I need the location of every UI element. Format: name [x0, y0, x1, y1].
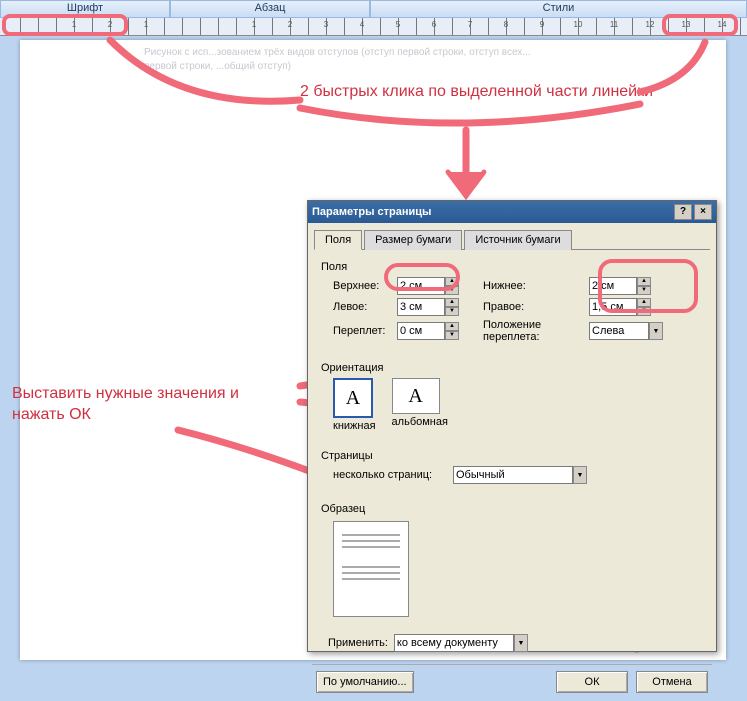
ribbon-styles-label: Стили: [370, 0, 747, 18]
input-left-margin[interactable]: ▲▼: [397, 298, 459, 316]
spin-down-icon[interactable]: ▼: [637, 307, 651, 316]
combo-apply-to-field[interactable]: [394, 634, 514, 652]
page-setup-dialog: Параметры страницы ? × Поля Размер бумаг…: [307, 200, 717, 652]
dialog-titlebar[interactable]: Параметры страницы ? ×: [308, 201, 716, 223]
input-top-margin[interactable]: ▲▼: [397, 277, 459, 295]
ruler-number: 6: [416, 20, 452, 29]
input-gutter-field[interactable]: [397, 322, 445, 340]
dialog-tabs: Поля Размер бумаги Источник бумаги: [314, 229, 710, 250]
ribbon-font-label: Шрифт: [0, 0, 170, 18]
label-multi-pages: несколько страниц:: [333, 469, 453, 481]
cancel-button[interactable]: Отмена: [636, 671, 708, 693]
spin-down-icon[interactable]: ▼: [637, 286, 651, 295]
group-preview-title: Образец: [321, 503, 705, 515]
ruler-number: 1: [128, 20, 164, 29]
preview-thumbnail: [333, 521, 409, 617]
ruler-number: 7: [452, 20, 488, 29]
combo-multi-pages-field[interactable]: [453, 466, 573, 484]
chevron-down-icon[interactable]: ▼: [649, 322, 663, 340]
ruler-number: 8: [488, 20, 524, 29]
group-pages-title: Страницы: [321, 450, 705, 462]
group-preview: Образец: [318, 498, 706, 624]
label-apply-to: Применить:: [328, 637, 388, 649]
combo-multi-pages[interactable]: ▼: [453, 466, 587, 484]
group-orientation: Ориентация A книжная A альбомная: [318, 357, 706, 441]
orientation-landscape-label: альбомная: [392, 416, 448, 428]
spin-up-icon[interactable]: ▲: [445, 322, 459, 331]
label-gutter: Переплет:: [333, 325, 397, 337]
combo-apply-to[interactable]: ▼: [394, 634, 528, 652]
spin-down-icon[interactable]: ▼: [445, 307, 459, 316]
spin-up-icon[interactable]: ▲: [445, 298, 459, 307]
ruler-number: 1: [56, 20, 92, 29]
tab-margins[interactable]: Поля: [314, 230, 362, 250]
ruler-number: [20, 20, 56, 29]
ruler-number: 3: [308, 20, 344, 29]
ruler-numbers: 1211234567891011121314151617: [20, 20, 747, 29]
spin-down-icon[interactable]: ▼: [445, 331, 459, 340]
ruler-number: [200, 20, 236, 29]
dialog-title: Параметры страницы: [312, 206, 431, 218]
ruler-number: 11: [596, 20, 632, 29]
ruler-number: 2: [272, 20, 308, 29]
ruler-number: 14: [704, 20, 740, 29]
orientation-portrait-icon: A: [333, 378, 373, 418]
doc-line-1: Рисунок с исп...зованием трёх видов отст…: [144, 46, 531, 60]
tab-paper-source[interactable]: Источник бумаги: [464, 230, 571, 250]
dialog-close-button[interactable]: ×: [694, 204, 712, 220]
document-body-text: Рисунок с исп...зованием трёх видов отст…: [144, 46, 531, 74]
group-margins-title: Поля: [321, 261, 705, 273]
dialog-separator: [312, 664, 712, 665]
ruler-number: 12: [632, 20, 668, 29]
combo-gutter-position[interactable]: ▼: [589, 322, 663, 340]
ruler-number: 10: [560, 20, 596, 29]
label-right-margin: Правое:: [459, 301, 589, 313]
input-top-margin-field[interactable]: [397, 277, 445, 295]
orientation-landscape-icon: A: [392, 378, 440, 414]
spin-up-icon[interactable]: ▲: [445, 277, 459, 286]
ruler-number: 5: [380, 20, 416, 29]
spin-down-icon[interactable]: ▼: [445, 286, 459, 295]
horizontal-ruler[interactable]: 1211234567891011121314151617: [0, 18, 747, 36]
spin-up-icon[interactable]: ▲: [637, 298, 651, 307]
group-orientation-title: Ориентация: [321, 362, 705, 374]
ruler-number: 2: [92, 20, 128, 29]
ruler-number: 15: [740, 20, 747, 29]
input-right-margin[interactable]: ▲▼: [589, 298, 651, 316]
chevron-down-icon[interactable]: ▼: [514, 634, 528, 652]
doc-line-2: первой строки, ...общий отступ): [144, 60, 531, 74]
chevron-down-icon[interactable]: ▼: [573, 466, 587, 484]
input-gutter[interactable]: ▲▼: [397, 322, 459, 340]
orientation-portrait-label: книжная: [333, 420, 376, 432]
label-gutter-position: Положение переплета:: [459, 319, 589, 343]
group-margins: Поля Верхнее: ▲▼ Нижнее: ▲▼ Левое: ▲▼: [318, 256, 706, 353]
label-bottom-margin: Нижнее:: [459, 280, 589, 292]
ruler-number: [164, 20, 200, 29]
group-pages: Страницы несколько страниц: ▼: [318, 445, 706, 494]
ribbon-paragraph-label: Абзац: [170, 0, 370, 18]
combo-gutter-position-field[interactable]: [589, 322, 649, 340]
input-left-margin-field[interactable]: [397, 298, 445, 316]
input-bottom-margin-field[interactable]: [589, 277, 637, 295]
label-left-margin: Левое:: [333, 301, 397, 313]
input-right-margin-field[interactable]: [589, 298, 637, 316]
ruler-number: 9: [524, 20, 560, 29]
ruler-number: 4: [344, 20, 380, 29]
ok-button[interactable]: ОК: [556, 671, 628, 693]
dialog-help-button[interactable]: ?: [674, 204, 692, 220]
input-bottom-margin[interactable]: ▲▼: [589, 277, 651, 295]
orientation-landscape[interactable]: A альбомная: [392, 378, 448, 432]
orientation-portrait[interactable]: A книжная: [333, 378, 376, 432]
tab-paper-size[interactable]: Размер бумаги: [364, 230, 462, 250]
label-top-margin: Верхнее:: [333, 280, 397, 292]
ruler-number: 1: [236, 20, 272, 29]
spin-up-icon[interactable]: ▲: [637, 277, 651, 286]
ribbon-group-labels: Шрифт Абзац Стили: [0, 0, 747, 18]
defaults-button[interactable]: По умолчанию...: [316, 671, 414, 693]
ruler-number: 13: [668, 20, 704, 29]
